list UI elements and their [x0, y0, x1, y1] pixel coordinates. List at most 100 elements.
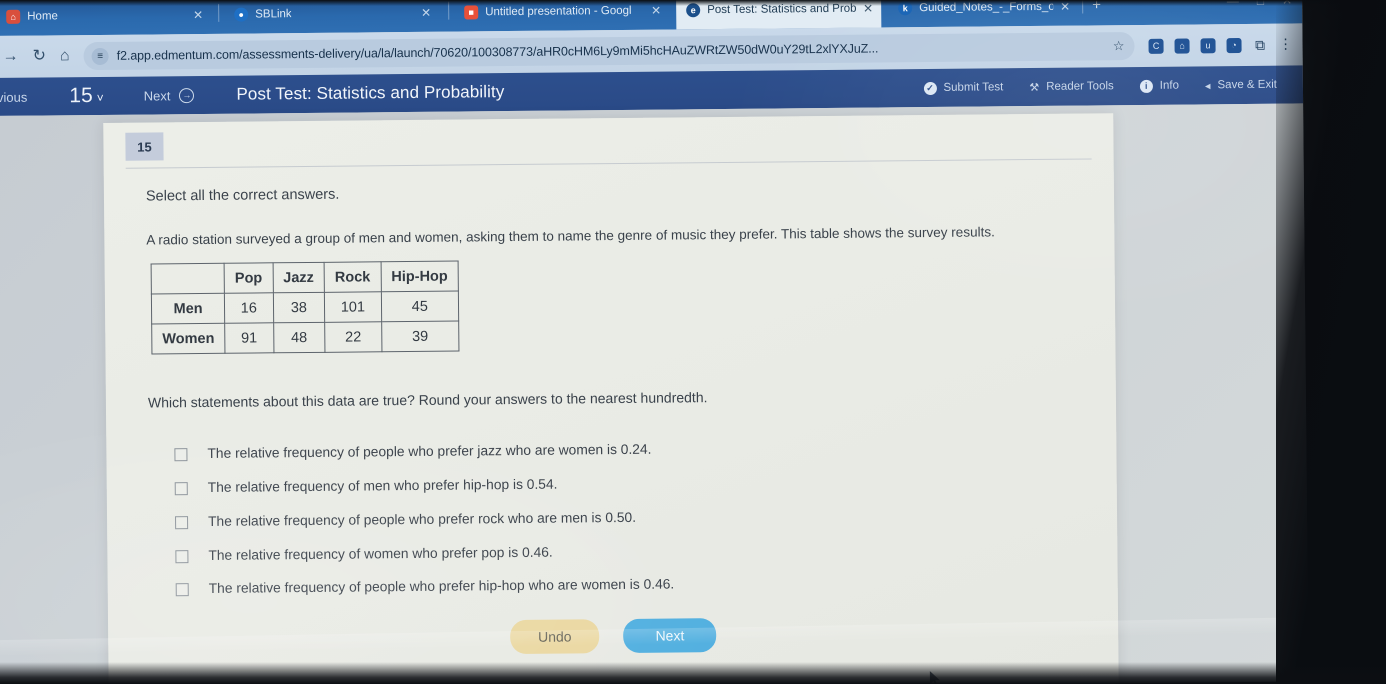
- info-action[interactable]: i Info: [1139, 79, 1180, 93]
- checkbox-icon[interactable]: [175, 515, 189, 529]
- tab-divider: [448, 1, 450, 20]
- table-row: Women 91 48 22 39: [151, 321, 459, 354]
- extension-icon-home[interactable]: ⌂: [1174, 38, 1190, 54]
- info-label: Info: [1159, 79, 1180, 92]
- answer-choice-3[interactable]: The relative frequency of people who pre…: [149, 505, 1075, 530]
- maximize-button[interactable]: □: [1257, 0, 1264, 8]
- tab-label: Guided_Notes_-_Forms_of_En: [919, 0, 1054, 15]
- tab-close-icon[interactable]: ✕: [863, 2, 873, 16]
- next-question-button[interactable]: Next →: [144, 87, 195, 103]
- table-row-label-men: Men: [151, 293, 225, 324]
- new-tab-button[interactable]: +: [1092, 0, 1101, 13]
- question-actions: Undo Next: [150, 615, 1076, 658]
- minimize-button[interactable]: —: [1227, 0, 1239, 8]
- table-cell-men-jazz: 38: [272, 292, 325, 323]
- tab-divider: [218, 3, 220, 22]
- question-content: Select all the correct answers. A radio …: [104, 159, 1119, 658]
- extension-icon-cloud[interactable]: ◔: [1226, 37, 1242, 53]
- forward-icon[interactable]: →: [3, 48, 19, 65]
- edmentum-favicon: e: [686, 3, 701, 18]
- checkbox-icon[interactable]: [175, 583, 189, 597]
- extension-icon-c[interactable]: C: [1148, 38, 1164, 54]
- address-bar[interactable]: ≡ f2.app.edmentum.com/assessments-delive…: [83, 32, 1135, 71]
- next-button[interactable]: Next: [623, 618, 717, 654]
- table-header-row: Pop Jazz Rock Hip-Hop: [151, 261, 459, 294]
- kami-favicon: k: [898, 1, 913, 16]
- browser-tab-untitled-presentation[interactable]: ■ Untitled presentation - Googl ✕: [454, 0, 669, 32]
- checkbox-icon[interactable]: [174, 448, 188, 462]
- answer-choice-label: The relative frequency of women who pref…: [208, 544, 553, 563]
- bookmark-star-icon[interactable]: ☆: [1113, 38, 1125, 54]
- table-corner-cell: [151, 263, 225, 294]
- undo-button[interactable]: Undo: [509, 619, 600, 655]
- window-controls: — □ ✕: [1227, 0, 1292, 8]
- tab-close-icon[interactable]: ✕: [651, 4, 661, 18]
- table-column-hiphop: Hip-Hop: [380, 261, 459, 292]
- home-favicon: ⌂: [6, 9, 21, 24]
- home-icon[interactable]: ⌂: [60, 47, 70, 64]
- answer-choice-2[interactable]: The relative frequency of men who prefer…: [149, 471, 1075, 496]
- exit-icon: ◂: [1204, 79, 1211, 92]
- submit-test-label: Submit Test: [943, 81, 1004, 94]
- table-cell-men-hiphop: 45: [380, 291, 459, 322]
- extension-icon-u[interactable]: u: [1200, 37, 1216, 53]
- tab-label: Home: [27, 10, 58, 23]
- table-column-rock: Rock: [324, 261, 381, 293]
- page-title: Post Test: Statistics and Probability: [236, 82, 505, 104]
- tab-close-icon[interactable]: ✕: [1060, 0, 1070, 14]
- survey-results-table: Pop Jazz Rock Hip-Hop Men 16 38 101 45 W…: [151, 261, 460, 355]
- browser-tab-post-test[interactable]: e Post Test: Statistics and Prob ✕: [676, 0, 882, 30]
- table-column-jazz: Jazz: [272, 262, 325, 293]
- tab-close-icon[interactable]: ✕: [421, 6, 431, 20]
- photographed-screen: ⌂ Home ✕ ● SBLink ✕ ■ Untitled presentat…: [0, 0, 1386, 684]
- check-circle-icon: ✓: [923, 81, 937, 95]
- slides-favicon: ■: [464, 5, 479, 20]
- checkbox-icon[interactable]: [174, 482, 188, 496]
- info-circle-icon: i: [1139, 79, 1153, 93]
- save-and-exit-label: Save & Exit: [1217, 78, 1277, 92]
- browser-tab-home[interactable]: ⌂ Home ✕: [0, 0, 211, 36]
- checkbox-icon[interactable]: [175, 549, 189, 563]
- arrow-right-icon: →: [179, 87, 195, 103]
- tab-divider: [1082, 0, 1084, 14]
- close-window-button[interactable]: ✕: [1282, 0, 1292, 8]
- url-text: f2.app.edmentum.com/assessments-delivery…: [116, 41, 879, 63]
- reader-tools-action[interactable]: ⚒ Reader Tools: [1029, 80, 1114, 93]
- chevron-down-icon: ˅: [96, 90, 104, 105]
- answer-choice-label: The relative frequency of people who pre…: [208, 576, 675, 597]
- question-number-value: 15: [69, 84, 93, 108]
- stem-text: A radio station surveyed a group of men …: [146, 224, 995, 248]
- save-and-exit-action[interactable]: ◂ Save & Exit: [1205, 78, 1277, 92]
- tab-label: SBLink: [255, 8, 292, 21]
- question-prompt: Which statements about this data are tru…: [147, 389, 708, 411]
- tab-label: Untitled presentation - Googl: [485, 4, 632, 19]
- extensions-area: C ⌂ u ◔ ⧉ ⋮: [1148, 36, 1293, 54]
- answer-choice-1[interactable]: The relative frequency of people who pre…: [148, 438, 1074, 463]
- answer-choice-5[interactable]: The relative frequency of people who pre…: [150, 573, 1076, 598]
- table-cell-women-pop: 91: [224, 322, 274, 354]
- answer-choice-label: The relative frequency of people who pre…: [207, 441, 652, 461]
- answer-choice-list: The relative frequency of people who pre…: [148, 438, 1075, 598]
- answer-choice-4[interactable]: The relative frequency of women who pref…: [149, 539, 1075, 564]
- tab-label: Post Test: Statistics and Prob: [707, 2, 857, 17]
- instruction-text: Select all the correct answers.: [145, 186, 340, 205]
- table-column-pop: Pop: [224, 262, 273, 294]
- assessment-body: 15 Select all the correct answers. A rad…: [0, 103, 1309, 684]
- page-settings-icon[interactable]: ≡: [91, 47, 109, 65]
- tab-close-icon[interactable]: ✕: [193, 8, 203, 22]
- header-actions: ✓ Submit Test ⚒ Reader Tools i Info ◂ Sa…: [923, 66, 1277, 107]
- question-card: 15 Select all the correct answers. A rad…: [103, 113, 1119, 684]
- table-cell-men-rock: 101: [324, 291, 382, 323]
- submit-test-action[interactable]: ✓ Submit Test: [923, 81, 1003, 95]
- answer-choice-label: The relative frequency of men who prefer…: [207, 476, 558, 495]
- previous-question-button[interactable]: vious: [0, 89, 27, 104]
- question-number-selector[interactable]: 15 ˅: [69, 84, 104, 108]
- browser-window: ⌂ Home ✕ ● SBLink ✕ ■ Untitled presentat…: [0, 0, 1309, 684]
- browser-menu-icon[interactable]: ⋮: [1278, 36, 1292, 52]
- extension-puzzle-icon[interactable]: ⧉: [1252, 37, 1267, 53]
- reload-icon[interactable]: ↻: [33, 47, 47, 64]
- table-row-label-women: Women: [151, 323, 226, 354]
- browser-tab-sblink[interactable]: ● SBLink ✕: [224, 0, 439, 34]
- table-cell-women-rock: 22: [324, 321, 382, 353]
- browser-tab-guided-notes[interactable]: k Guided_Notes_-_Forms_of_En ✕: [888, 0, 1078, 27]
